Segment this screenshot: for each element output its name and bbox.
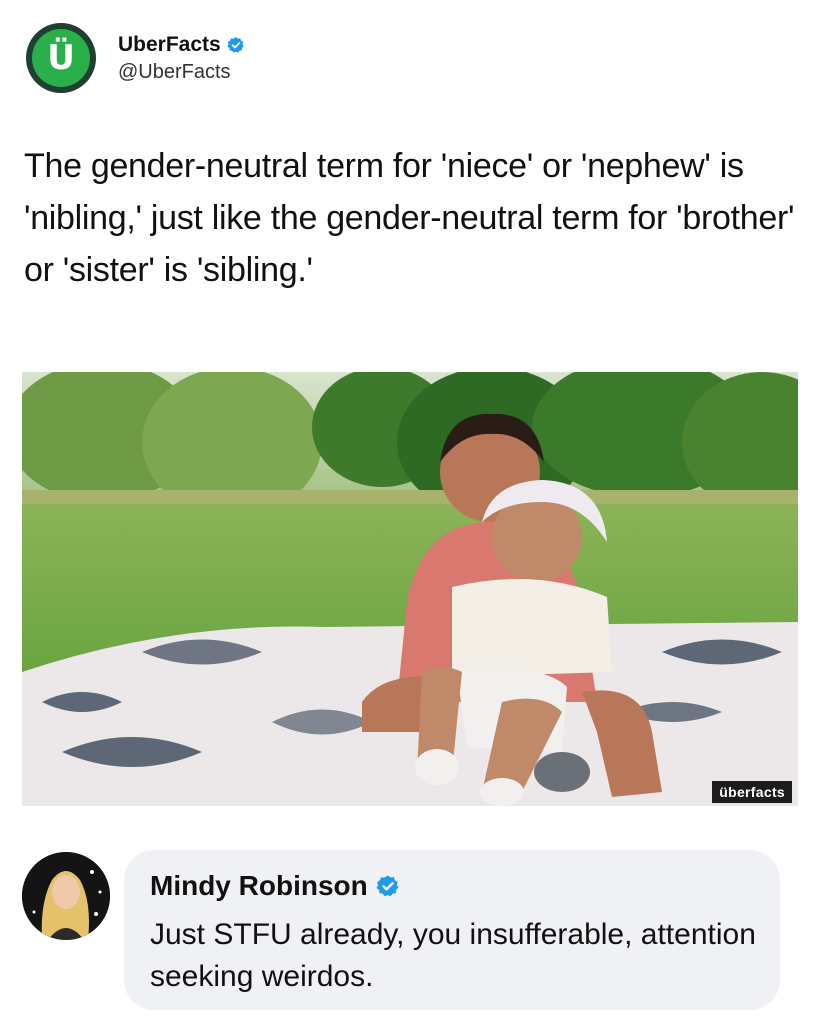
author-display-name[interactable]: UberFacts (118, 33, 221, 57)
photo-illustration (22, 372, 798, 806)
avatar-photo-icon (22, 852, 110, 940)
commenter-name-row: Mindy Robinson (150, 870, 400, 902)
verified-badge-icon (227, 36, 244, 53)
commenter-avatar[interactable] (22, 852, 110, 940)
reply-comment: Mindy Robinson Just STFU already, you in… (22, 850, 802, 1015)
verified-badge-icon (376, 875, 399, 897)
uberfacts-logo-avatar[interactable]: Ü (26, 23, 96, 93)
author-name-row: UberFacts (118, 33, 245, 57)
comment-bubble: Mindy Robinson Just STFU already, you in… (124, 850, 780, 1010)
tweet-text: The gender-neutral term for 'niece' or '… (24, 147, 795, 289)
logo-inner-circle: Ü (32, 29, 90, 87)
commenter-name[interactable]: Mindy Robinson (150, 870, 368, 902)
author-handle[interactable]: @UberFacts (118, 61, 245, 84)
uberfacts-watermark: überfacts (712, 781, 792, 803)
logo-letter: Ü (47, 38, 75, 78)
tweet-photo[interactable]: überfacts (22, 372, 798, 806)
author-info: UberFacts @UberFacts (118, 33, 245, 84)
tweet-header: Ü UberFacts @UberFacts (26, 22, 245, 94)
comment-text: Just STFU already, you insufferable, att… (150, 918, 756, 993)
